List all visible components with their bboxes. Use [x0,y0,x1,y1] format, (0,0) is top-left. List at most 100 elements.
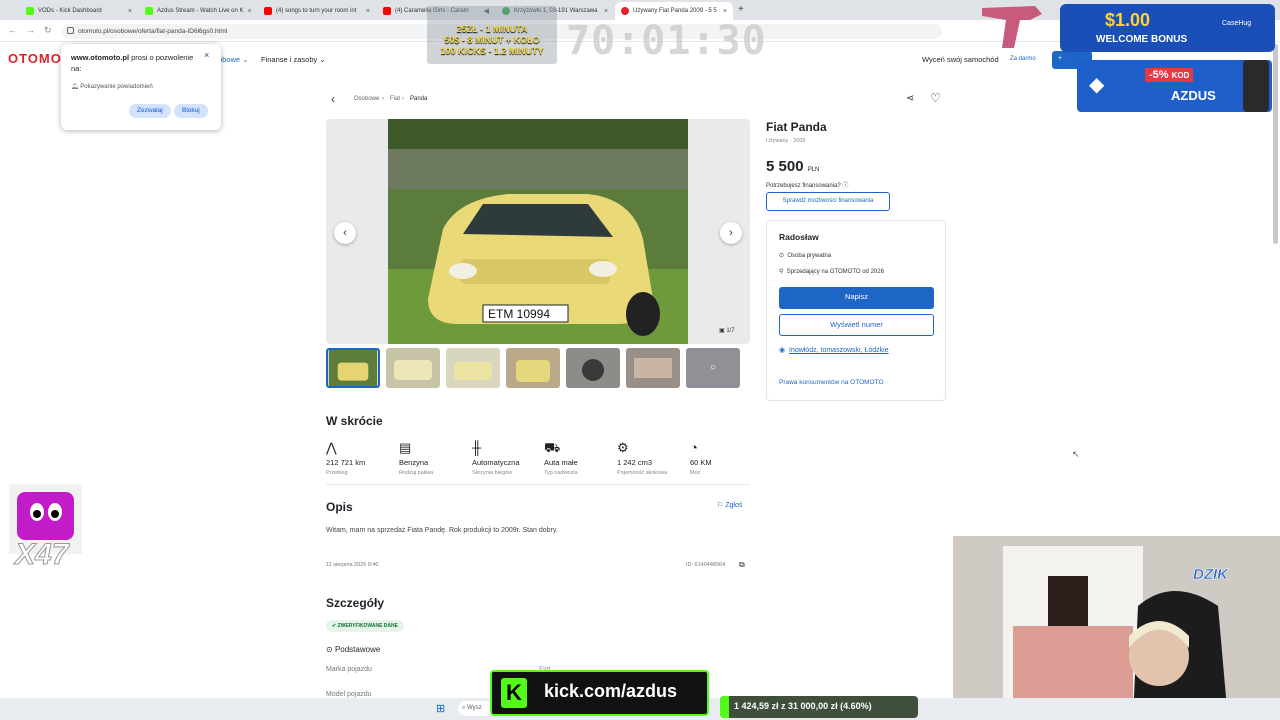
thumbnail[interactable] [326,348,380,388]
youtube-icon [383,7,391,15]
browser-tab[interactable]: VODs - Kick Dashboard × [20,2,138,20]
notification-permission: 🔔︎ Pokazywanie powiadomień [71,84,153,90]
close-tab-icon[interactable]: × [247,8,251,15]
otomoto-icon [621,7,629,15]
engine-icon: ⚙ [617,440,629,455]
gauge-icon: ◔ [690,440,698,455]
reload-icon[interactable]: ↻ [44,25,52,36]
listing-subtitle: Używany · 2009 [766,138,806,144]
breadcrumb-panda: Panda [410,96,428,102]
svg-text:ETM 10994: ETM 10994 [488,307,550,321]
valuate-link[interactable]: Wyceń swój samochód [922,55,999,64]
back-icon[interactable]: ← [8,25,17,35]
browser-tab[interactable]: (4) songs to turn your room int × [258,2,376,20]
back-arrow-icon[interactable]: ‹ [331,92,335,106]
show-number-button[interactable]: Wyświetl numer [779,314,934,336]
site-info-icon[interactable] [67,27,74,34]
thumbnail-image [566,348,620,388]
close-popup-icon[interactable]: × [204,50,209,60]
copy-icon[interactable]: ⧉ [739,560,745,570]
thumbnail[interactable] [566,348,620,388]
thumbnail-image [506,348,560,388]
thumbnail[interactable] [626,348,680,388]
info-icon[interactable]: ⓘ [842,183,848,189]
new-tab-icon[interactable]: + [738,4,744,15]
flag-icon: ⚐ [717,502,724,509]
kick-url-text: kick.com/azdus [544,681,678,701]
otomoto-logo[interactable]: OTOMO [8,51,62,66]
share-icon[interactable]: ⋖ [906,93,914,104]
seller-card [766,220,946,401]
stream-timer: 70:01:30 [566,18,767,64]
consumer-rights-link[interactable]: Prawa konsumentów na OTOMOTO [779,379,884,386]
listing-price: 5 500 PLN [766,158,820,175]
page-scrollbar[interactable] [1273,44,1278,244]
car-photo-image: ETM 10994 [388,119,688,344]
close-tab-icon[interactable]: × [604,8,608,15]
person-icon: ⚲ [779,269,784,275]
stream-caption: na naprawe bmw [758,675,835,686]
details-heading: Szczegóły [326,596,385,610]
car-icon: ⛟ [544,440,561,455]
photo-counter: ▣ 1/7 [719,328,735,334]
financing-button[interactable]: Sprawdź możliwości finansowania [766,192,890,211]
breadcrumb-osobowe[interactable]: Osobowe [354,96,379,102]
check-circle-icon: ⊙ [779,253,785,259]
chevron-down-icon: ⌄ [319,55,326,64]
close-tab-icon[interactable]: × [723,8,727,15]
summary-heading: W skrócie [326,414,383,428]
heart-icon[interactable]: ♡ [930,91,941,105]
basic-section-toggle[interactable]: ⊙ Podstawowe [326,645,380,654]
permission-site: www.otomoto.pl [71,53,130,62]
thumbnail[interactable] [506,348,560,388]
pink-avatar-overlay: X47 [9,484,82,576]
kick-icon [26,7,34,15]
road-icon: ⋀ [326,440,337,455]
kick-icon [145,7,153,15]
chevron-down-icon: ⌄ [242,55,249,64]
thumbnail[interactable] [386,348,440,388]
next-photo-button[interactable]: › [720,222,742,244]
bonus-amount: $1.00 [1105,10,1151,30]
youtube-icon [264,7,272,15]
seller-name: Radosław [779,232,819,242]
discount-code: AZDUS [1171,88,1216,103]
drink-can-image [1243,60,1269,112]
search-icon: ⌕ [462,705,466,711]
thumbnail[interactable] [446,348,500,388]
goal-text: 1 424,59 zł z 31 000,00 zł (4.60%) [734,701,872,711]
breadcrumb-fiat[interactable]: Fiat [390,96,400,102]
chat-icon: ○ [709,362,717,373]
nav-finanse[interactable]: Finanse i zasoby ⌄ [261,55,326,64]
listing-title: Fiat Panda [766,120,827,134]
more-photos-thumbnail[interactable]: ○ [686,348,740,388]
block-button[interactable]: Blokuj [174,104,208,118]
verified-badge: ✔ ZWERYFIKOWANE DANE [326,620,404,632]
car-photo[interactable]: ETM 10994 [388,119,688,344]
thumbnail-image [626,348,680,388]
thumbnail-image [386,348,440,388]
close-tab-icon[interactable]: × [366,8,370,15]
mouse-cursor-icon: ↖ [1072,449,1080,459]
gearbox-icon: ╫ [472,440,482,455]
browser-tab[interactable]: Azdus Stream - Watch Live on K × [139,2,257,20]
windows-start-icon[interactable]: ⊞ [436,702,445,715]
prev-photo-button[interactable]: ‹ [334,222,356,244]
listing-id: ID: 6140448964 [686,562,726,568]
close-tab-icon[interactable]: × [128,8,132,15]
financing-question: Potrzebujesz finansowania? ⓘ [766,183,849,189]
write-button[interactable]: Napisz [779,287,934,309]
report-link[interactable]: ⚐ Zgłoś [717,501,742,509]
breadcrumb-sep: › [382,96,384,102]
location-link[interactable]: ◉ Inowłódz, tomaszowski, Łódzkie [779,346,889,354]
spec-item: ⋀ 212 721 km Przebieg [326,440,406,476]
description-heading: Opis [326,500,353,514]
casino-name: CaseHug [1222,20,1252,27]
thumbnail-image [328,350,378,386]
nav-obowe[interactable]: obowe ⌄ [218,55,249,64]
brand-label: Marka pojazdu [326,666,372,673]
spec-item: ⛟ Auta małe Typ nadwozia [544,440,624,476]
forward-icon[interactable]: → [26,25,35,35]
seller-since: ⚲ Sprzedający na OTOMOTO od 2026 [779,269,884,275]
allow-button[interactable]: Zezwalaj [129,104,171,118]
